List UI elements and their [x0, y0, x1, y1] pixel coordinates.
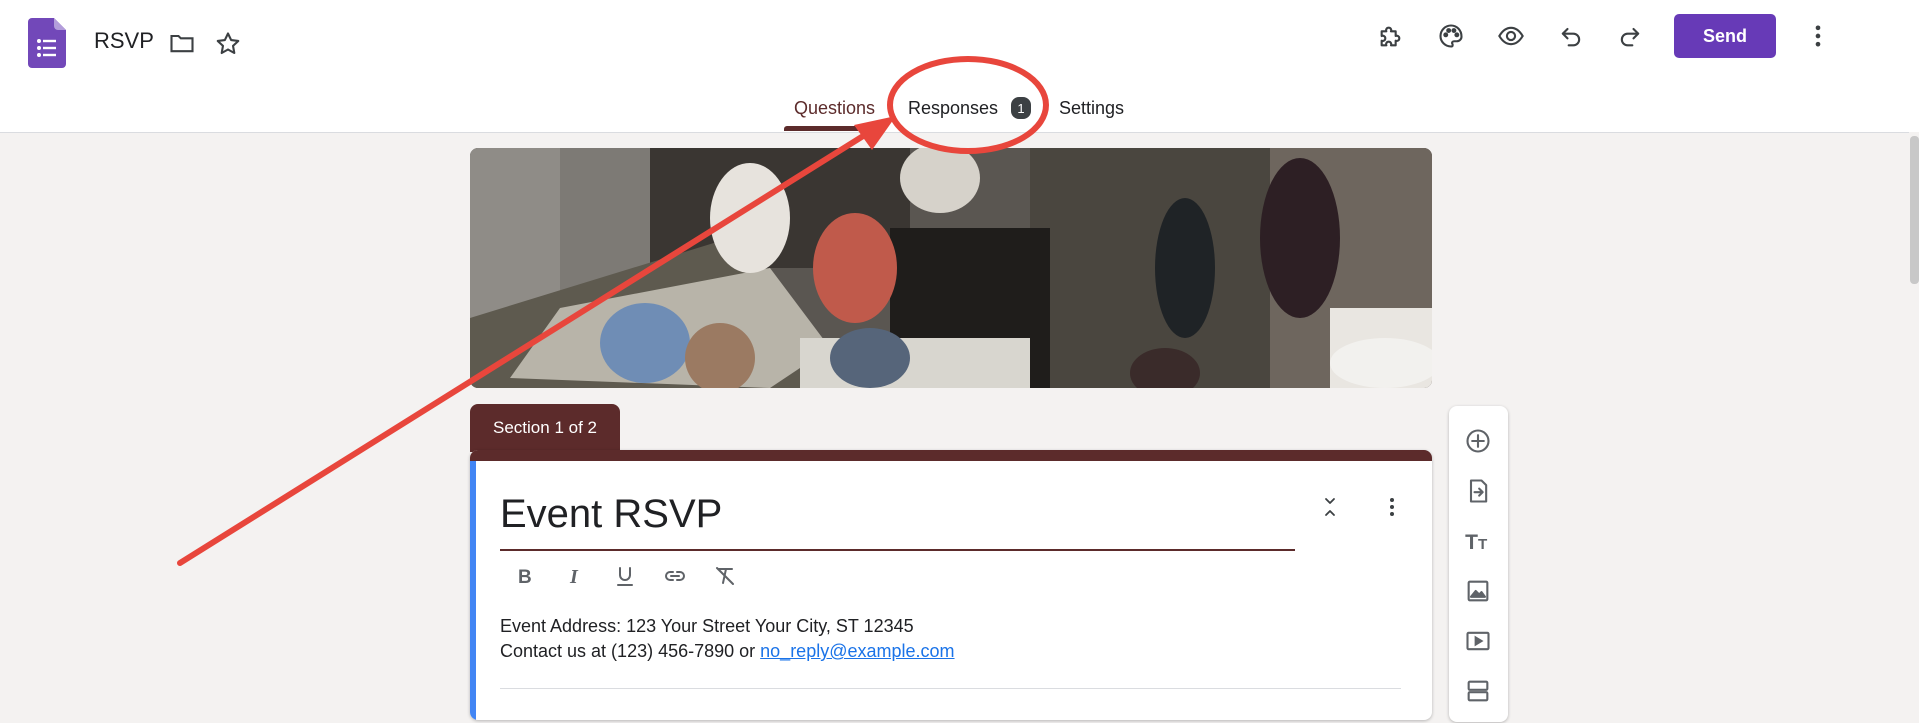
add-question-icon[interactable]: [1461, 424, 1495, 458]
form-header-card[interactable]: Event RSVP B I Event Address: 123 Your S…: [470, 450, 1432, 720]
responses-count-badge: 1: [1011, 97, 1031, 119]
add-title-icon[interactable]: TT: [1461, 524, 1495, 558]
email-link[interactable]: no_reply@example.com: [760, 641, 954, 661]
add-image-icon[interactable]: [1461, 574, 1495, 608]
description-contact-text: Contact us at (123) 456-7890 or: [500, 641, 761, 661]
theme-color-bar: [470, 450, 1432, 461]
svg-text:I: I: [569, 566, 579, 588]
star-icon[interactable]: [211, 27, 245, 61]
description-contact[interactable]: Contact us at (123) 456-7890 or no_reply…: [500, 641, 955, 662]
description-divider: [500, 688, 1401, 689]
undo-icon[interactable]: [1554, 19, 1588, 53]
link-icon[interactable]: [660, 561, 690, 591]
section-indicator: Section 1 of 2: [470, 404, 620, 452]
document-title[interactable]: RSVP: [94, 28, 154, 54]
section-more-icon[interactable]: [1377, 492, 1407, 522]
svg-text:T: T: [1478, 536, 1488, 553]
preview-icon[interactable]: [1494, 19, 1528, 53]
add-video-icon[interactable]: [1461, 624, 1495, 658]
addons-icon[interactable]: [1374, 19, 1408, 53]
bold-icon[interactable]: B: [510, 561, 540, 591]
tab-settings[interactable]: Settings: [1059, 98, 1124, 119]
send-button[interactable]: Send: [1674, 14, 1776, 58]
svg-text:T: T: [1465, 531, 1478, 554]
active-focus-bar: [470, 461, 476, 720]
active-tab-indicator: [784, 126, 881, 131]
title-underline: [500, 549, 1295, 551]
svg-text:B: B: [518, 567, 532, 588]
forms-logo-icon[interactable]: [28, 18, 66, 68]
tab-questions[interactable]: Questions: [794, 98, 875, 119]
scrollbar-thumb[interactable]: [1910, 136, 1919, 284]
description-address[interactable]: Event Address: 123 Your Street Your City…: [500, 616, 914, 637]
form-title[interactable]: Event RSVP: [500, 492, 722, 537]
question-toolbar: TT: [1449, 406, 1508, 722]
italic-icon[interactable]: I: [560, 561, 590, 591]
collapse-section-icon[interactable]: [1315, 492, 1345, 522]
palette-icon[interactable]: [1434, 19, 1468, 53]
app-header: RSVP Send Questions Responses 1 Settings: [0, 0, 1919, 133]
import-questions-icon[interactable]: [1461, 474, 1495, 508]
clear-format-icon[interactable]: [710, 561, 740, 591]
tab-responses[interactable]: Responses: [908, 98, 998, 119]
more-vert-icon[interactable]: [1801, 19, 1835, 53]
folder-icon[interactable]: [165, 26, 199, 60]
add-section-icon[interactable]: [1461, 674, 1495, 708]
header-banner-image: [470, 148, 1432, 388]
redo-icon[interactable]: [1613, 19, 1647, 53]
underline-icon[interactable]: [610, 561, 640, 591]
